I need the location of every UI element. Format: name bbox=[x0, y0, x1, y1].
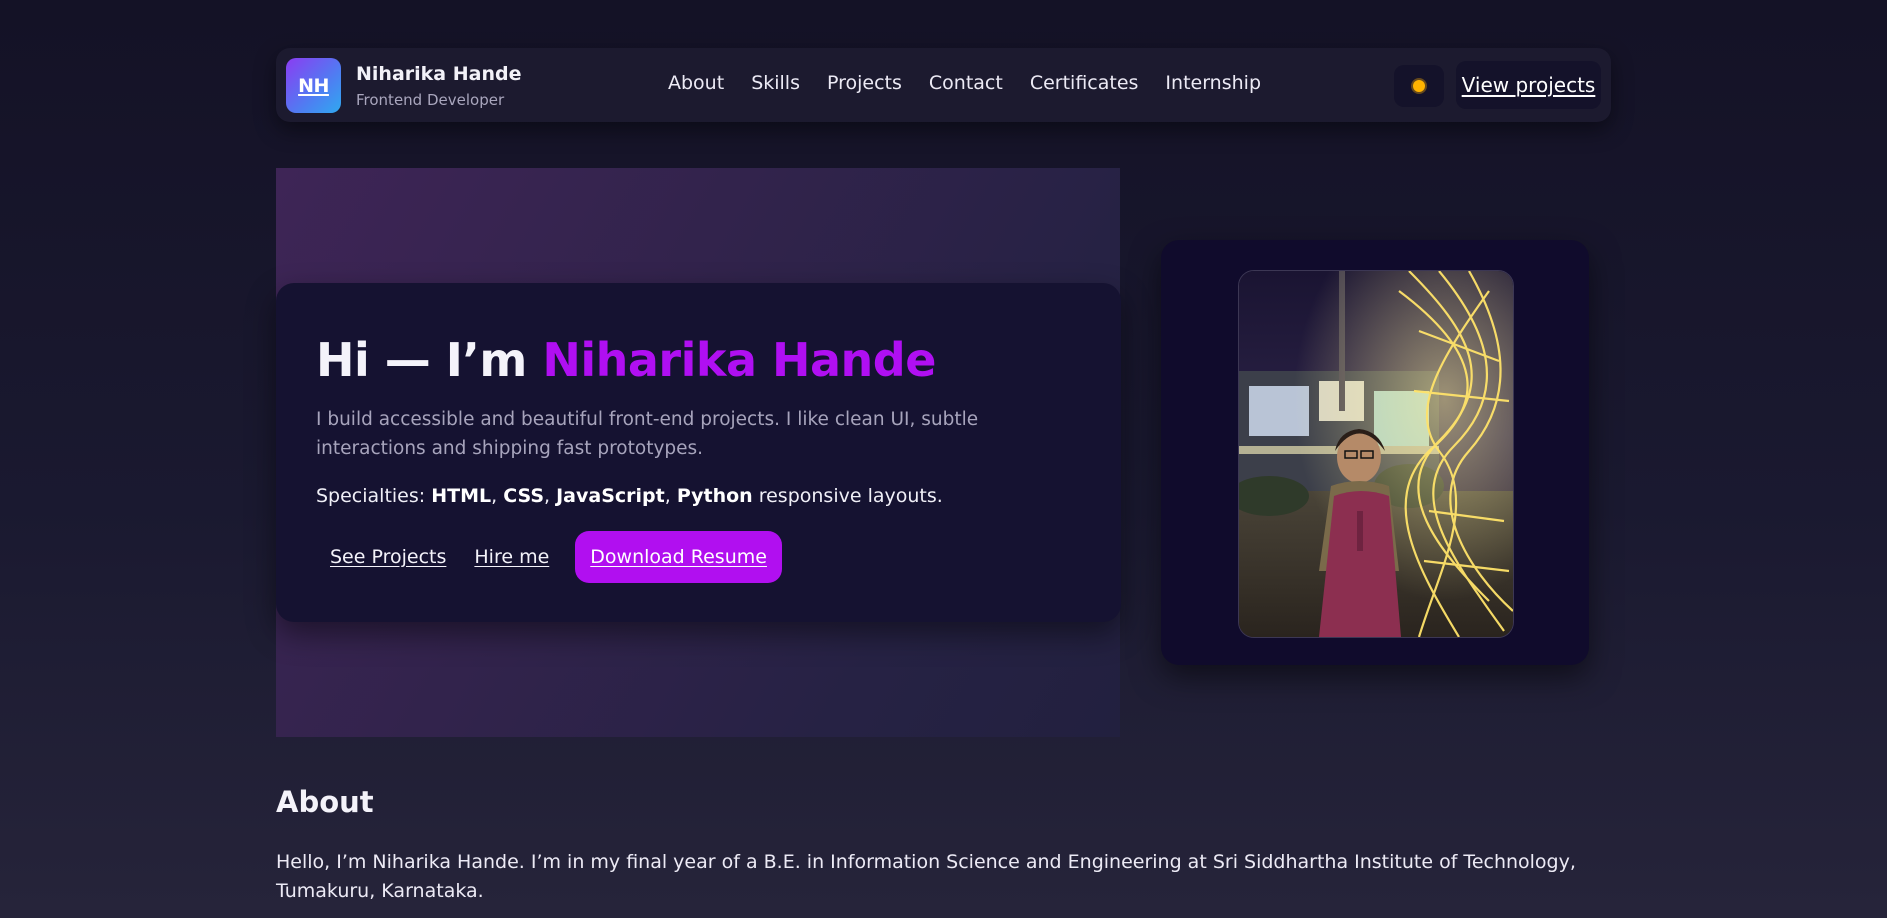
specialty-python: Python bbox=[676, 485, 753, 507]
about-text: Hello, I’m Niharika Hande. I’m in my fin… bbox=[276, 851, 1576, 902]
nav-about[interactable]: About bbox=[668, 72, 724, 94]
specialties-suffix: responsive layouts. bbox=[752, 485, 943, 507]
hero-actions: See Projects Hire me Download Resume bbox=[316, 531, 782, 583]
theme-toggle-button[interactable] bbox=[1394, 65, 1444, 107]
nav-internship[interactable]: Internship bbox=[1165, 72, 1261, 94]
hero-specialties: Specialties: HTML, CSS, JavaScript, Pyth… bbox=[316, 485, 943, 507]
nav-contact[interactable]: Contact bbox=[929, 72, 1003, 94]
profile-photo bbox=[1238, 270, 1514, 638]
download-resume-button[interactable]: Download Resume bbox=[575, 531, 782, 583]
nav-skills[interactable]: Skills bbox=[751, 72, 800, 94]
specialties-prefix: Specialties: bbox=[316, 485, 432, 507]
sun-icon bbox=[1413, 80, 1425, 92]
hero-description: I build accessible and beautiful front-e… bbox=[316, 409, 979, 459]
logo-badge[interactable]: NH bbox=[286, 58, 341, 113]
hero-greeting: Hi — I’m bbox=[316, 333, 543, 387]
hero-title: Hi — I’m Niharika Hande bbox=[316, 333, 936, 387]
nav-certificates[interactable]: Certificates bbox=[1030, 72, 1139, 94]
about-heading: About bbox=[276, 785, 374, 819]
site-header: NH Niharika Hande Frontend Developer Abo… bbox=[276, 48, 1611, 122]
view-projects-button[interactable]: View projects bbox=[1456, 61, 1601, 109]
profile-photo-card bbox=[1161, 240, 1589, 665]
main-nav: About Skills Projects Contact Certificat… bbox=[668, 72, 1288, 94]
see-projects-link[interactable]: See Projects bbox=[316, 546, 460, 568]
hero-card: Hi — I’m Niharika Hande I build accessib… bbox=[276, 283, 1121, 622]
hire-me-link[interactable]: Hire me bbox=[460, 546, 563, 568]
brand-name: Niharika Hande bbox=[356, 63, 522, 85]
brand-role: Frontend Developer bbox=[356, 91, 505, 109]
hero-name: Niharika Hande bbox=[542, 333, 936, 387]
specialty-javascript: JavaScript bbox=[556, 485, 665, 507]
profile-photo-image bbox=[1239, 271, 1513, 637]
specialty-css: CSS bbox=[503, 485, 545, 507]
nav-projects[interactable]: Projects bbox=[827, 72, 902, 94]
specialty-html: HTML bbox=[431, 485, 492, 507]
logo-text: NH bbox=[298, 74, 329, 97]
